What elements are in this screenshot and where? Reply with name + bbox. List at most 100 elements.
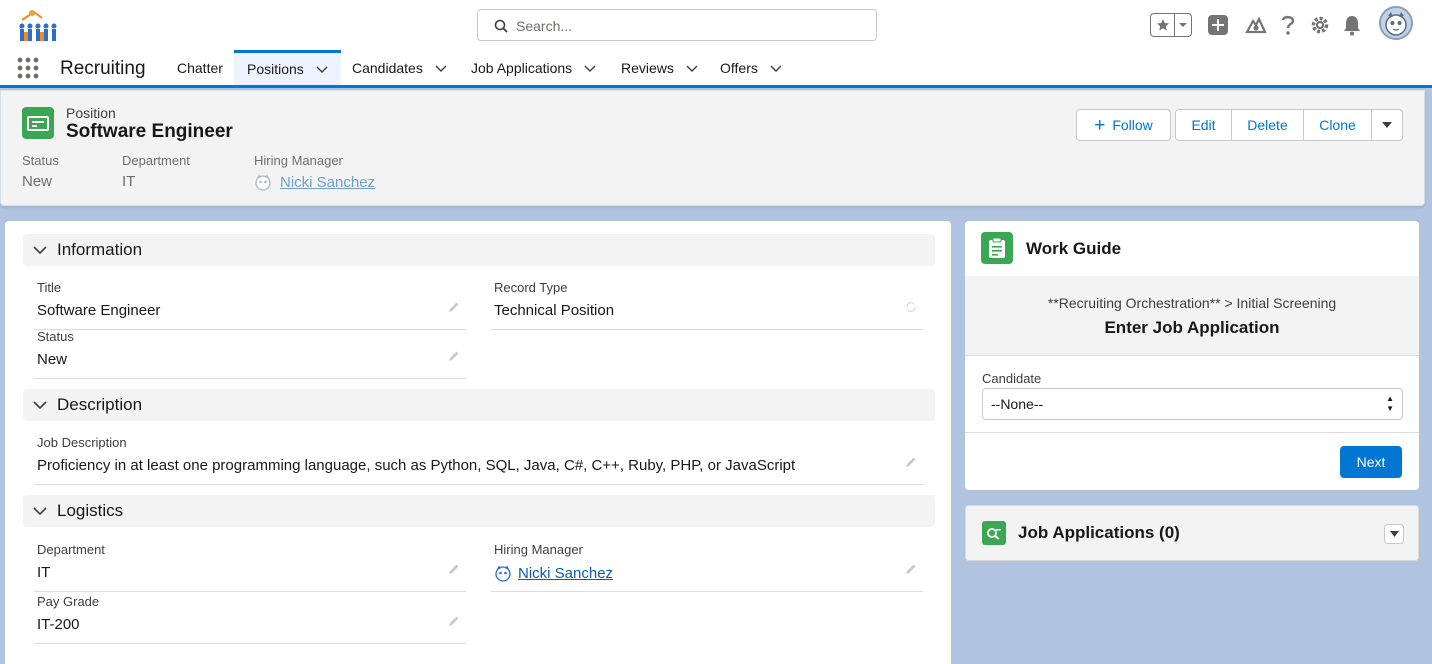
follow-button[interactable]: + Follow [1076,109,1171,141]
highlight-label: Status [22,153,59,168]
job-applications-title[interactable]: Job Applications (0) [1018,523,1180,543]
hiring-manager-link[interactable]: Nicki Sanchez [280,174,375,191]
work-guide-flow-panel: **Recruiting Orchestration** > Initial S… [965,276,1419,356]
section-logistics-header[interactable]: Logistics [23,495,935,527]
nav-tab-reviews[interactable]: Reviews [621,50,698,85]
setup-gear-icon[interactable] [1308,13,1332,37]
app-name: Recruiting [60,58,146,79]
highlight-label: Hiring Manager [254,153,343,168]
field-status: Status New [34,329,466,379]
field-value: Nicki Sanchez [491,564,923,582]
record-detail-card: Information Title Software Engineer Reco… [5,221,951,664]
trailhead-guidance-icon[interactable] [1244,13,1268,37]
record-highlights-panel: Position Software Engineer + Follow Edit… [0,90,1425,206]
orchestration-step: **Recruiting Orchestration** > Initial S… [1047,295,1337,311]
clone-button[interactable]: Clone [1303,109,1372,141]
nav-tab-label: Candidates [352,59,423,76]
chevron-down-icon[interactable] [584,62,596,74]
highlight-department: Department IT [122,153,190,190]
nav-tab-positions[interactable]: Positions [234,50,341,85]
section-title: Description [57,395,143,414]
favorites-menu-caret-icon[interactable] [1175,14,1191,36]
nav-tab-chatter[interactable]: Chatter [165,50,235,85]
chevron-down-icon[interactable] [316,63,328,75]
select-arrows-icon: ▲ ▼ [1386,394,1394,413]
section-description-header[interactable]: Description [23,389,935,421]
candidate-select[interactable]: --None-- ▲ ▼ [982,388,1403,420]
chevron-down-icon[interactable] [435,62,447,74]
field-value: Proficiency in at least one programming … [37,457,796,474]
plus-icon: + [1094,114,1106,136]
edit-button[interactable]: Edit [1175,109,1232,141]
highlight-value: IT [122,173,136,190]
global-header: Search... [0,0,1432,50]
favorite-star-icon[interactable] [1151,14,1175,36]
highlight-value: New [22,173,53,190]
record-action-group: Edit Delete Clone [1175,109,1403,141]
field-label: Department [37,542,105,557]
field-label: Record Type [494,280,568,295]
edit-pencil-icon[interactable] [905,456,917,468]
help-icon[interactable] [1276,13,1300,37]
next-button[interactable]: Next [1340,446,1402,478]
nav-tab-label: Reviews [621,59,674,76]
field-title: Title Software Engineer [34,280,466,330]
follow-label: Follow [1112,117,1153,133]
edit-pencil-icon[interactable] [905,563,917,575]
chevron-down-icon [33,246,47,255]
search-icon [494,19,508,33]
candidate-selected-value: --None-- [991,396,1044,412]
section-information-header[interactable]: Information [23,234,935,266]
divider [965,432,1419,433]
section-title: Information [57,240,143,259]
user-avatar[interactable] [1379,6,1413,40]
chevron-down-icon[interactable] [770,62,782,74]
field-value: IT [37,564,51,581]
nav-tab-label: Job Applications [471,59,573,76]
recruiting-logo-icon [14,6,62,46]
global-search-input[interactable]: Search... [477,9,877,41]
more-actions-button[interactable] [1371,109,1403,141]
field-value: Technical Position [494,302,615,319]
related-list-menu-button[interactable] [1384,524,1404,544]
field-value: Software Engineer [37,302,161,319]
field-label: Job Description [37,435,127,450]
highlight-value: Nicki Sanchez [254,173,375,191]
work-guide-header: Work Guide [965,221,1419,276]
notifications-bell-icon[interactable] [1340,13,1364,37]
nav-tab-label: Positions [247,61,304,77]
nav-tab-job-applications[interactable]: Job Applications [471,50,596,85]
user-avatar-icon [495,565,511,582]
edit-pencil-icon[interactable] [448,301,460,313]
field-value: New [37,351,68,368]
field-label: Title [37,280,62,295]
delete-button[interactable]: Delete [1231,109,1304,141]
search-placeholder: Search... [516,18,573,34]
nav-tab-offers[interactable]: Offers [720,50,782,85]
hiring-manager-link[interactable]: Nicki Sanchez [518,565,613,582]
edit-pencil-icon[interactable] [448,615,460,627]
edit-pencil-icon[interactable] [448,350,460,362]
candidate-label: Candidate [982,371,1042,386]
edit-pencil-icon[interactable] [448,563,460,575]
app-navigation-bar: Recruiting Chatter Positions Candidates … [0,50,1432,88]
nav-tab-candidates[interactable]: Candidates [352,50,447,85]
work-guide-title: Work Guide [1026,239,1122,258]
highlight-status: Status New [22,153,59,190]
chevron-down-icon[interactable] [686,62,698,74]
work-guide-clipboard-icon [981,232,1013,264]
chevron-down-icon [33,401,47,410]
global-actions-plus-icon[interactable] [1206,13,1230,37]
field-label: Pay Grade [37,594,100,609]
field-job-description: Job Description Proficiency in at least … [34,435,923,485]
field-value: IT-200 [37,616,80,633]
nav-tab-label: Offers [720,59,758,76]
work-guide-card: Work Guide **Recruiting Orchestration** … [965,221,1419,490]
app-launcher-waffle-icon[interactable] [17,57,39,79]
change-record-type-icon[interactable] [905,301,917,313]
job-application-icon [982,521,1006,545]
highlight-label: Department [122,153,190,168]
field-hiring-manager: Hiring Manager Nicki Sanchez [491,542,923,592]
chevron-down-icon [33,507,47,516]
field-record-type: Record Type Technical Position [491,280,923,330]
